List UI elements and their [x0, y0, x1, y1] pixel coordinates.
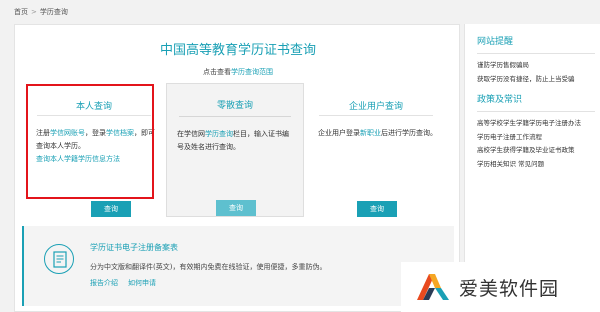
sidebar-section-reminders: 网站提醒 谨防学历售假骗局 获取学历没有捷径，防止上当受骗 [477, 34, 595, 86]
sidebar-heading: 网站提醒 [477, 37, 514, 47]
page-title: 中国高等教育学历证书查询 [159, 43, 316, 58]
card-title: 企业用户查询 [348, 102, 403, 112]
watermark: 爱美软件园 [401, 262, 600, 312]
desc-text: 企业用户登录 [318, 129, 360, 137]
sidebar-section-policy: 政策及常识 高等学校学生学籍学历电子注册办法 学历电子注册工作流程 高校学生获得… [477, 92, 595, 171]
notice-description: 分为中文版和翻译件(英文)，有效期内免费在线验证，使用便捷，多重防伪。 [90, 263, 327, 271]
breadcrumb-home[interactable]: 首页 [14, 8, 28, 16]
card-description: 企业用户登录新职业后进行学历查询。 [318, 127, 437, 140]
query-button[interactable]: 查询 [357, 201, 397, 217]
desc-text: 后进行学历查询。 [381, 129, 437, 137]
new-career-link[interactable]: 新职业 [360, 129, 381, 137]
scope-link[interactable]: 学历查询范围 [231, 68, 273, 76]
report-intro-link[interactable]: 报告介绍 [90, 279, 118, 287]
query-button[interactable]: 查询 [91, 201, 131, 217]
notice-panel: 学历证书电子注册备案表 分为中文版和翻译件(英文)，有效期内免费在线验证，使用便… [22, 226, 454, 306]
sidebar-link[interactable]: 学历相关知识 常见问题 [477, 158, 595, 172]
card-description: 在学信网学历查询栏目，输入证书编号及姓名进行查询。 [177, 128, 295, 154]
breadcrumb: 首页 > 学历查询 [14, 7, 68, 17]
degree-query-link[interactable]: 学历查询 [205, 130, 233, 138]
card-enterprise-query: 企业用户查询 企业用户登录新职业后进行学历查询。 查询 [307, 87, 445, 223]
divider [477, 53, 595, 54]
highlight-box [26, 84, 154, 199]
sidebar-link[interactable]: 谨防学历售假骗局 [477, 59, 595, 73]
desc-text: 在学信网 [177, 130, 205, 138]
breadcrumb-separator: > [31, 8, 37, 16]
watermark-logo-icon [415, 270, 451, 308]
divider [179, 116, 291, 117]
breadcrumb-current: 学历查询 [39, 8, 68, 16]
card-casual-query: 零散查询 在学信网学历查询栏目，输入证书编号及姓名进行查询。 查询 [166, 83, 304, 217]
sidebar-link[interactable]: 获取学历没有捷径，防止上当受骗 [477, 73, 595, 87]
watermark-text: 爱美软件园 [459, 278, 560, 300]
notice-links: 报告介绍 如何申请 [90, 278, 166, 288]
divider [477, 111, 595, 112]
sidebar-heading: 政策及常识 [477, 95, 523, 105]
how-to-apply-link[interactable]: 如何申请 [128, 279, 156, 287]
divider [319, 115, 433, 116]
scope-prefix: 点击查看 [203, 68, 231, 76]
notice-title[interactable]: 学历证书电子注册备案表 [90, 242, 178, 253]
sidebar-link[interactable]: 学历电子注册工作流程 [477, 131, 595, 145]
scope-hint: 点击查看学历查询范围 [15, 67, 461, 77]
document-icon [44, 244, 74, 274]
query-button[interactable]: 查询 [216, 200, 256, 216]
card-title: 零散查询 [216, 101, 253, 111]
sidebar-link[interactable]: 高等学校学生学籍学历电子注册办法 [477, 117, 595, 131]
sidebar-link[interactable]: 高校学生获得学籍及毕业证书政策 [477, 144, 595, 158]
